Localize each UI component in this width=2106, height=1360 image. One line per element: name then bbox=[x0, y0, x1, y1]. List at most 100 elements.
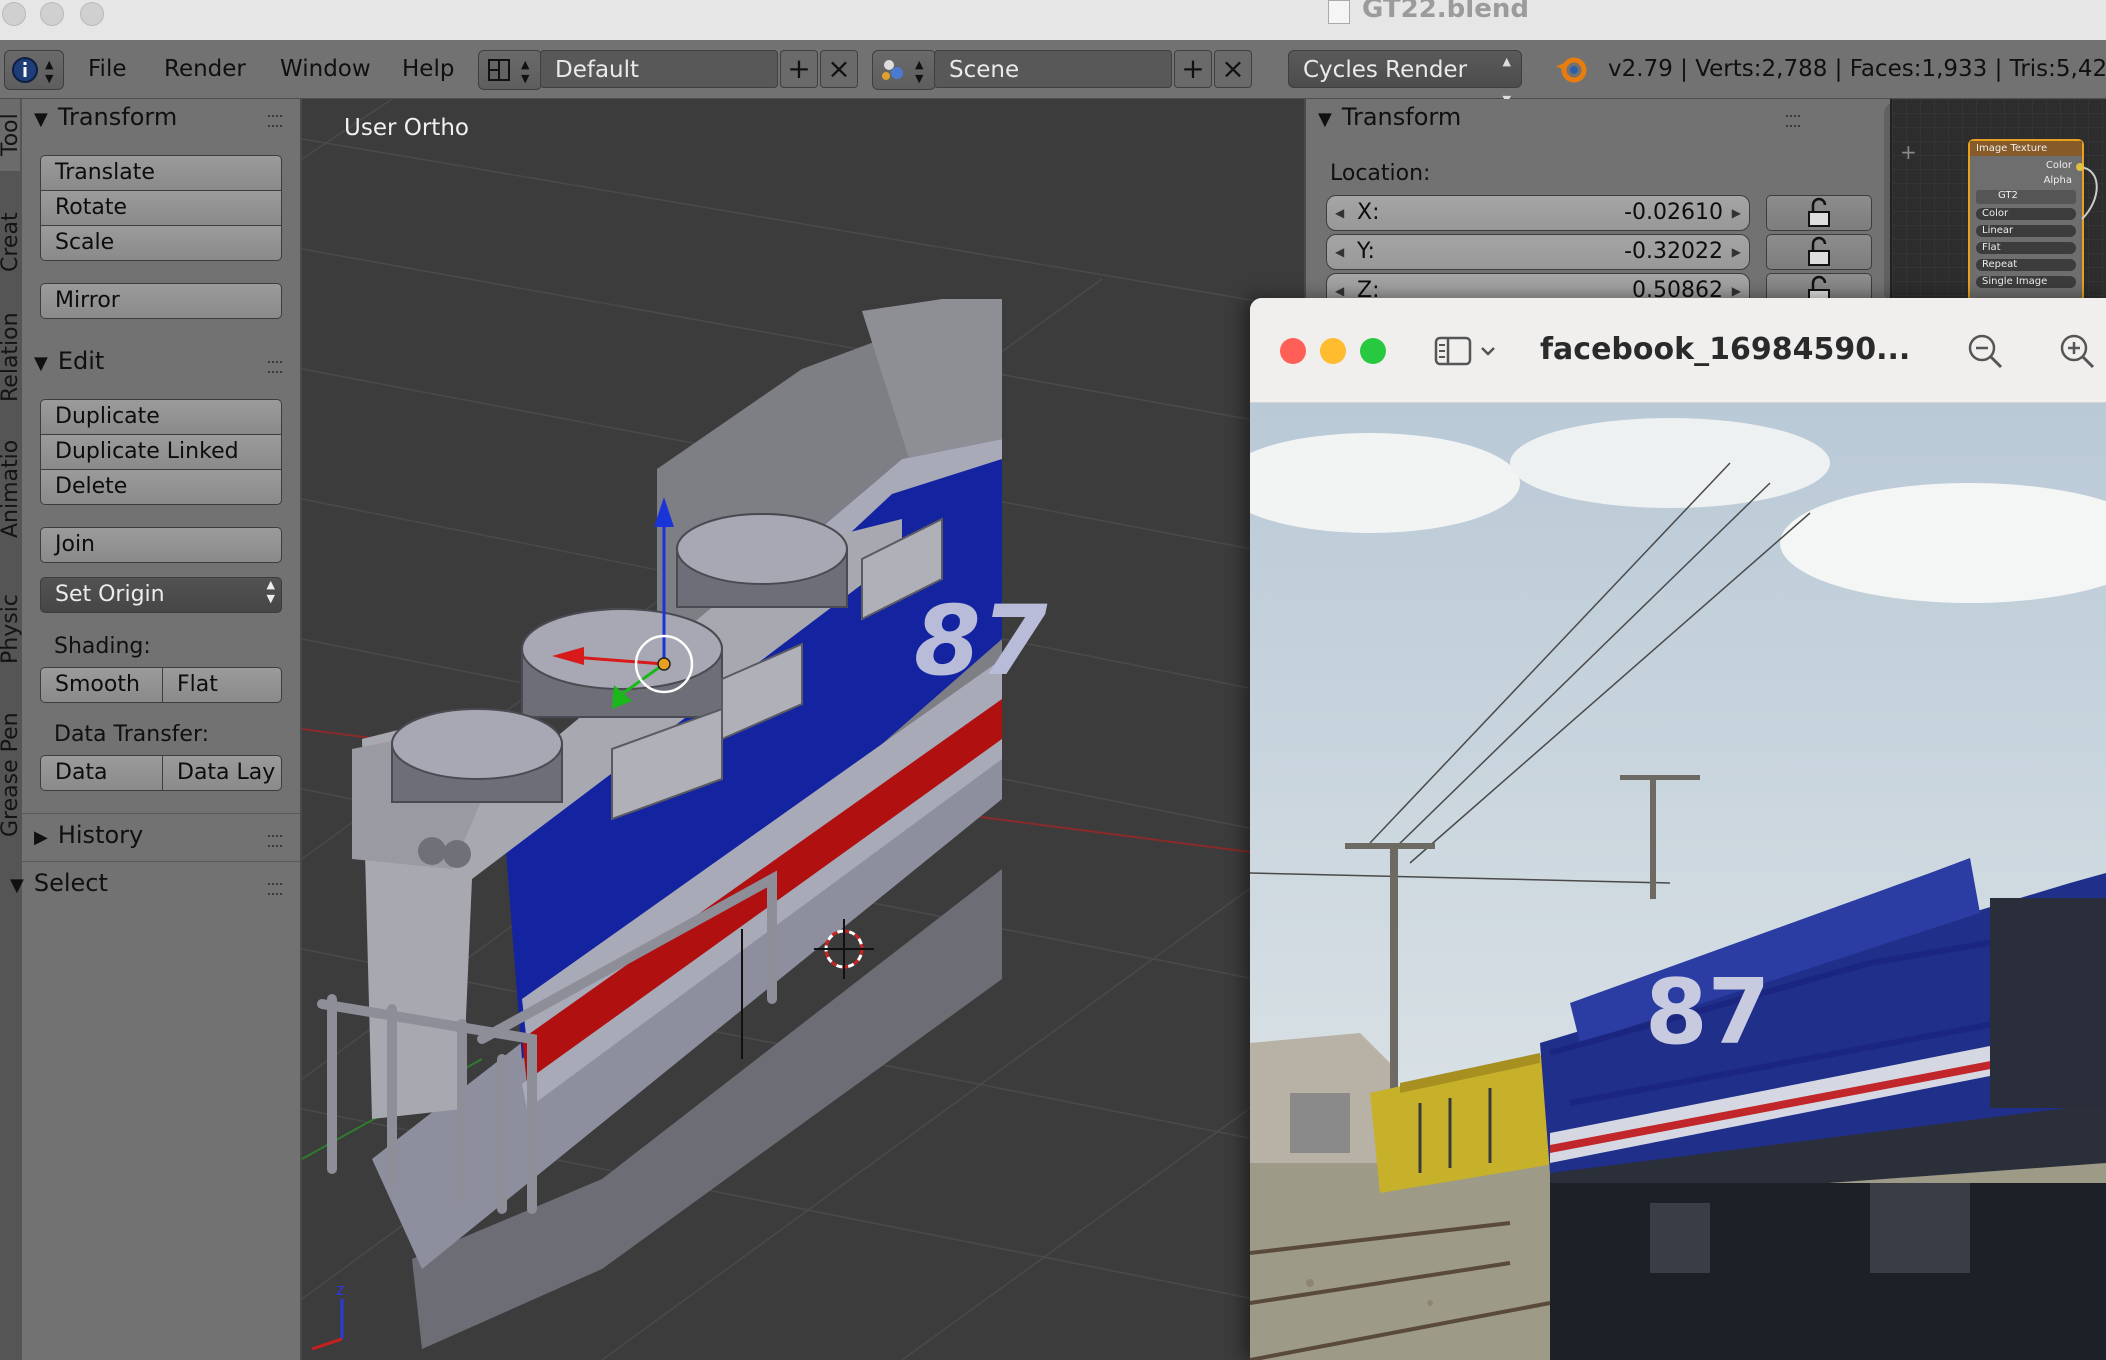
history-panel-title: History bbox=[57, 821, 144, 849]
tool-shelf: ▼ Transform Translate Rotate Scale Mirror… bbox=[10, 99, 302, 1360]
tab-relations[interactable]: Relation bbox=[0, 307, 23, 407]
remove-scene-button[interactable]: × bbox=[1214, 50, 1252, 88]
location-x-field[interactable]: ◀ X: -0.02610 ▶ bbox=[1326, 195, 1750, 231]
flat-shading-button[interactable]: Flat bbox=[162, 667, 282, 703]
edit-panel-header[interactable]: ▼ Edit bbox=[34, 347, 104, 375]
svg-text:▲: ▲ bbox=[521, 58, 530, 71]
preview-document-title: facebook_16984590... bbox=[1540, 332, 1911, 367]
viewport-view-label: User Ortho bbox=[344, 115, 469, 141]
data-transfer-label: Data Transfer: bbox=[54, 722, 210, 747]
screen-layout-selector[interactable]: ▲ ▼ bbox=[478, 50, 542, 90]
node-color-dropdown[interactable]: Color bbox=[1976, 208, 2076, 220]
increment-arrow-icon[interactable]: ▶ bbox=[1732, 235, 1741, 269]
collapsed-triangle-icon: ▶ bbox=[34, 827, 48, 848]
panel-grip-icon[interactable] bbox=[268, 115, 282, 127]
tab-create[interactable]: Creat bbox=[0, 199, 23, 285]
3d-viewport[interactable]: 87 z User Ortho bbox=[302, 99, 1304, 1360]
node-image-field[interactable]: GT2 bbox=[1976, 190, 2076, 204]
panel-grip-icon[interactable] bbox=[268, 883, 282, 895]
svg-text:z: z bbox=[336, 1280, 344, 1299]
add-layout-button[interactable]: + bbox=[780, 50, 818, 88]
data-layout-button[interactable]: Data Lay bbox=[162, 755, 282, 791]
minimize-window-button[interactable] bbox=[40, 2, 64, 26]
expanded-triangle-icon: ▼ bbox=[10, 875, 24, 896]
data-transfer-button[interactable]: Data bbox=[40, 755, 163, 791]
screen-layout-field[interactable]: Default bbox=[540, 50, 778, 88]
lock-y-button[interactable] bbox=[1766, 234, 1872, 270]
duplicate-linked-button[interactable]: Duplicate Linked bbox=[40, 434, 282, 470]
zoom-in-icon[interactable] bbox=[2058, 332, 2098, 372]
mirror-button[interactable]: Mirror bbox=[40, 283, 282, 319]
location-y-field[interactable]: ◀ Y: -0.32022 ▶ bbox=[1326, 234, 1750, 270]
menu-render[interactable]: Render bbox=[164, 56, 246, 82]
history-panel-header[interactable]: ▶ History bbox=[34, 821, 143, 849]
render-engine-dropdown[interactable]: Cycles Render ▲▼ bbox=[1288, 50, 1522, 106]
unlocked-padlock-icon bbox=[1808, 236, 1830, 266]
panel-grip-icon[interactable] bbox=[1786, 115, 1800, 127]
remove-layout-button[interactable]: × bbox=[820, 50, 858, 88]
translate-button[interactable]: Translate bbox=[40, 155, 282, 191]
preview-minimize-button[interactable] bbox=[1320, 338, 1346, 364]
select-panel-header[interactable]: ▼ Select bbox=[10, 869, 108, 897]
rotate-button[interactable]: Rotate bbox=[40, 190, 282, 226]
preview-zoom-button[interactable] bbox=[1360, 338, 1386, 364]
properties-transform-header[interactable]: ▼ Transform bbox=[1318, 103, 1461, 131]
scene-statistics: v2.79 | Verts:2,788 | Faces:1,933 | Tris… bbox=[1608, 56, 2106, 82]
svg-text:▼: ▼ bbox=[915, 72, 924, 85]
axis-orientation-icon: z bbox=[311, 1280, 344, 1351]
node-source-dropdown[interactable]: Single Image bbox=[1976, 276, 2076, 288]
decrement-arrow-icon[interactable]: ◀ bbox=[1335, 235, 1344, 269]
location-x-value: -0.02610 bbox=[1624, 200, 1723, 225]
menu-window[interactable]: Window bbox=[280, 56, 371, 82]
node-interpolation-dropdown[interactable]: Linear bbox=[1976, 225, 2076, 237]
panel-grip-icon[interactable] bbox=[268, 835, 282, 847]
scene-selector[interactable]: ▲ ▼ bbox=[872, 50, 936, 90]
image-texture-node[interactable]: Image Texture Color Alpha GT2 Color Line… bbox=[1968, 139, 2084, 299]
set-origin-label: Set Origin bbox=[55, 582, 165, 607]
menu-help[interactable]: Help bbox=[402, 56, 454, 82]
tab-grease-pencil[interactable]: Grease Pen bbox=[0, 705, 23, 845]
render-engine-label: Cycles Render bbox=[1303, 57, 1468, 83]
expanded-triangle-icon: ▼ bbox=[34, 109, 48, 130]
preview-close-button[interactable] bbox=[1280, 338, 1306, 364]
locomotive-model[interactable] bbox=[317, 299, 1002, 1349]
info-header: ▲ ▼ File Render Window Help ▲ ▼ Default + … bbox=[0, 40, 2106, 106]
scene-field[interactable]: Scene bbox=[934, 50, 1172, 88]
add-scene-button[interactable]: + bbox=[1174, 50, 1212, 88]
menu-file[interactable]: File bbox=[88, 56, 127, 82]
node-extension-dropdown[interactable]: Repeat bbox=[1976, 259, 2076, 271]
set-origin-dropdown[interactable]: Set Origin ▲ ▼ bbox=[40, 577, 282, 613]
photo-loco-number: 87 bbox=[1645, 960, 1770, 1065]
y-axis-label: Y: bbox=[1357, 239, 1375, 264]
delete-button[interactable]: Delete bbox=[40, 469, 282, 505]
layout-icon: ▲▼ bbox=[488, 58, 530, 85]
node-editor[interactable]: + Image Texture Color Alpha GT2 Color Li… bbox=[1890, 99, 2106, 299]
info-icon: ▲▼ bbox=[12, 57, 54, 85]
tab-tool[interactable]: Tool bbox=[0, 99, 23, 171]
expanded-triangle-icon: ▼ bbox=[34, 353, 48, 374]
tab-physics[interactable]: Physic bbox=[0, 579, 23, 679]
zoom-out-icon[interactable] bbox=[1966, 332, 2006, 372]
editor-type-selector[interactable]: ▲ ▼ bbox=[4, 50, 64, 90]
tab-animation[interactable]: Animatio bbox=[0, 429, 23, 549]
properties-region: ▼ Transform Location: ◀ X: -0.02610 ▶ ◀ Y… bbox=[1304, 99, 1904, 309]
properties-transform-title: Transform bbox=[1341, 103, 1462, 131]
join-button[interactable]: Join bbox=[40, 527, 282, 563]
node-projection-dropdown[interactable]: Flat bbox=[1976, 242, 2076, 254]
panel-grip-icon[interactable] bbox=[268, 361, 282, 373]
increment-arrow-icon[interactable]: ▶ bbox=[1732, 196, 1741, 230]
x-axis-label: X: bbox=[1357, 200, 1380, 225]
viewport-scene: 87 z bbox=[302, 99, 1304, 1360]
duplicate-button[interactable]: Duplicate bbox=[40, 399, 282, 435]
transform-panel-title: Transform bbox=[57, 103, 178, 131]
location-label: Location: bbox=[1330, 161, 1431, 186]
smooth-shading-button[interactable]: Smooth bbox=[40, 667, 163, 703]
zoom-window-button[interactable] bbox=[80, 2, 104, 26]
transform-panel-header[interactable]: ▼ Transform bbox=[34, 103, 177, 131]
lock-x-button[interactable] bbox=[1766, 195, 1872, 231]
close-window-button[interactable] bbox=[2, 2, 26, 26]
scale-button[interactable]: Scale bbox=[40, 225, 282, 261]
sidebar-toggle-icon[interactable] bbox=[1434, 334, 1504, 368]
decrement-arrow-icon[interactable]: ◀ bbox=[1335, 196, 1344, 230]
node-output-alpha: Alpha bbox=[2043, 175, 2072, 186]
